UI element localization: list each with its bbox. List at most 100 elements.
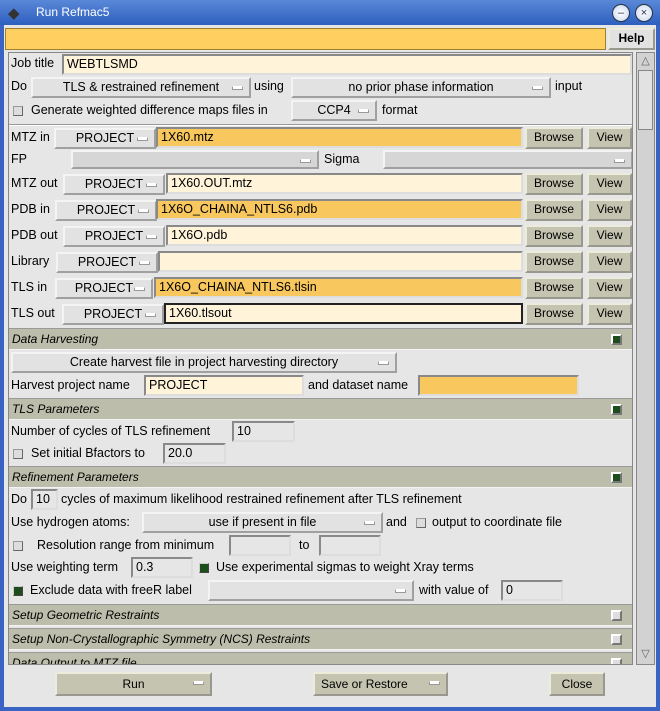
run-button[interactable]: Run: [55, 672, 212, 696]
harvest-mode-menu[interactable]: Create harvest file in project harvestin…: [11, 352, 397, 373]
file-input[interactable]: [158, 251, 523, 272]
save-restore-button[interactable]: Save or Restore: [313, 672, 448, 696]
freer-label: Exclude data with freeR label: [30, 583, 192, 597]
job-title-label: Job title: [11, 56, 55, 70]
expand-toggle[interactable]: [611, 658, 622, 664]
maps-label: Generate weighted difference maps files …: [31, 103, 268, 117]
expand-toggle[interactable]: [611, 472, 622, 483]
file-input[interactable]: 1X60.mtz: [156, 127, 523, 148]
hydrogen-menu[interactable]: use if present in file: [142, 512, 383, 533]
harvest-project-input[interactable]: PROJECT: [144, 375, 304, 396]
help-button[interactable]: Help: [608, 28, 655, 50]
menu-indicator-icon: [146, 183, 157, 187]
vertical-scrollbar[interactable]: △ ▽: [636, 52, 655, 665]
file-input[interactable]: 1X6O.pdb: [166, 225, 523, 246]
hydrogen-label: Use hydrogen atoms:: [11, 515, 130, 529]
scroll-up-icon[interactable]: △: [638, 54, 653, 68]
view-button[interactable]: View: [587, 173, 632, 195]
resolution-max-input[interactable]: [319, 535, 381, 556]
close-window-button[interactable]: ×: [635, 4, 653, 22]
weight-input[interactable]: 0.3: [131, 557, 193, 578]
to-label: to: [299, 538, 310, 552]
refinement-mode-menu[interactable]: TLS & restrained refinement: [31, 77, 251, 98]
expand-toggle[interactable]: [611, 334, 622, 345]
map-format-menu[interactable]: CCP4: [291, 100, 377, 121]
sigmas-checkbox[interactable]: [199, 563, 209, 573]
tls-cycles-input[interactable]: 10: [232, 421, 295, 442]
section-tls-parameters[interactable]: TLS Parameters: [9, 398, 632, 420]
browse-button[interactable]: Browse: [525, 199, 583, 221]
browse-button[interactable]: Browse: [525, 303, 583, 325]
job-title-input[interactable]: WEBTLSMD: [62, 54, 632, 75]
view-button[interactable]: View: [587, 199, 632, 221]
browse-button[interactable]: Browse: [525, 173, 583, 195]
using-label: using: [254, 79, 284, 93]
expand-toggle[interactable]: [611, 610, 622, 621]
file-input[interactable]: 1X60.tlsout: [164, 303, 523, 324]
output-hydrogen-checkbox[interactable]: [416, 518, 426, 528]
maps-checkbox[interactable]: [13, 106, 23, 116]
expand-toggle[interactable]: [611, 404, 622, 415]
project-menu[interactable]: PROJECT: [54, 128, 156, 149]
menu-indicator-icon: [139, 261, 150, 265]
dataset-input[interactable]: [418, 375, 579, 396]
minimize-button[interactable]: –: [612, 4, 630, 22]
sigma-menu[interactable]: [383, 150, 632, 169]
file-label: PDB in: [11, 202, 50, 216]
project-menu[interactable]: PROJECT: [63, 174, 165, 195]
browse-button[interactable]: Browse: [525, 225, 583, 247]
scroll-down-icon[interactable]: ▽: [638, 647, 653, 661]
expand-toggle[interactable]: [611, 634, 622, 645]
section-data-harvesting[interactable]: Data Harvesting: [9, 328, 632, 350]
browse-button[interactable]: Browse: [525, 277, 583, 299]
view-button[interactable]: View: [587, 251, 632, 273]
project-menu[interactable]: PROJECT: [62, 304, 164, 325]
view-button[interactable]: View: [587, 225, 632, 247]
project-menu[interactable]: PROJECT: [56, 252, 158, 273]
format-label: format: [382, 103, 418, 117]
fp-menu[interactable]: [71, 150, 319, 169]
refine-cycles-input[interactable]: 10: [31, 489, 58, 510]
output-hydrogen-label: output to coordinate file: [432, 515, 562, 529]
resolution-label: Resolution range from minimum: [37, 538, 215, 552]
menu-indicator-icon: [145, 313, 156, 317]
section-refinement-parameters[interactable]: Refinement Parameters: [9, 466, 632, 488]
freer-value-input[interactable]: 0: [501, 580, 563, 601]
refine-cycles-text: cycles of maximum likelihood restrained …: [61, 492, 462, 506]
project-menu[interactable]: PROJECT: [55, 200, 157, 221]
file-input[interactable]: 1X6O_CHAINA_NTLS6.pdb: [156, 199, 523, 220]
section-ncs-restraints[interactable]: Setup Non-Crystallographic Symmetry (NCS…: [9, 628, 632, 650]
menu-indicator-icon: [378, 361, 389, 365]
bfactor-label: Set initial Bfactors to: [31, 446, 145, 460]
file-input[interactable]: 1X6O_CHAINA_NTLS6.tlsin: [154, 277, 523, 298]
bfactor-input[interactable]: 20.0: [163, 443, 226, 464]
section-geometric-restraints[interactable]: Setup Geometric Restraints: [9, 604, 632, 626]
section-data-output-mtz[interactable]: Data Output to MTZ file: [9, 652, 632, 664]
app-icon: ◆: [8, 5, 20, 22]
view-button[interactable]: View: [587, 277, 632, 299]
close-button[interactable]: Close: [549, 672, 605, 696]
menu-indicator-icon: [429, 681, 440, 685]
weight-label: Use weighting term: [11, 560, 118, 574]
bfactor-checkbox[interactable]: [13, 449, 23, 459]
freer-menu[interactable]: [208, 580, 414, 601]
resolution-min-input[interactable]: [229, 535, 291, 556]
menu-indicator-icon: [138, 209, 149, 213]
menu-indicator-icon: [364, 521, 375, 525]
freer-checkbox[interactable]: [13, 586, 23, 596]
view-button[interactable]: View: [587, 303, 632, 325]
dataset-label: and dataset name: [308, 378, 409, 392]
resolution-checkbox[interactable]: [13, 541, 23, 551]
do-label: Do: [11, 79, 27, 93]
browse-button[interactable]: Browse: [525, 127, 583, 149]
project-menu[interactable]: PROJECT: [55, 278, 153, 299]
sigma-label: Sigma: [324, 152, 360, 166]
view-button[interactable]: View: [587, 127, 632, 149]
browse-button[interactable]: Browse: [525, 251, 583, 273]
project-menu[interactable]: PROJECT: [63, 226, 165, 247]
phase-info-menu[interactable]: no prior phase information: [291, 77, 551, 98]
scroll-thumb[interactable]: [638, 70, 653, 130]
menu-indicator-icon: [146, 235, 157, 239]
menu-indicator-icon: [232, 86, 243, 90]
file-input[interactable]: 1X60.OUT.mtz: [166, 173, 523, 194]
